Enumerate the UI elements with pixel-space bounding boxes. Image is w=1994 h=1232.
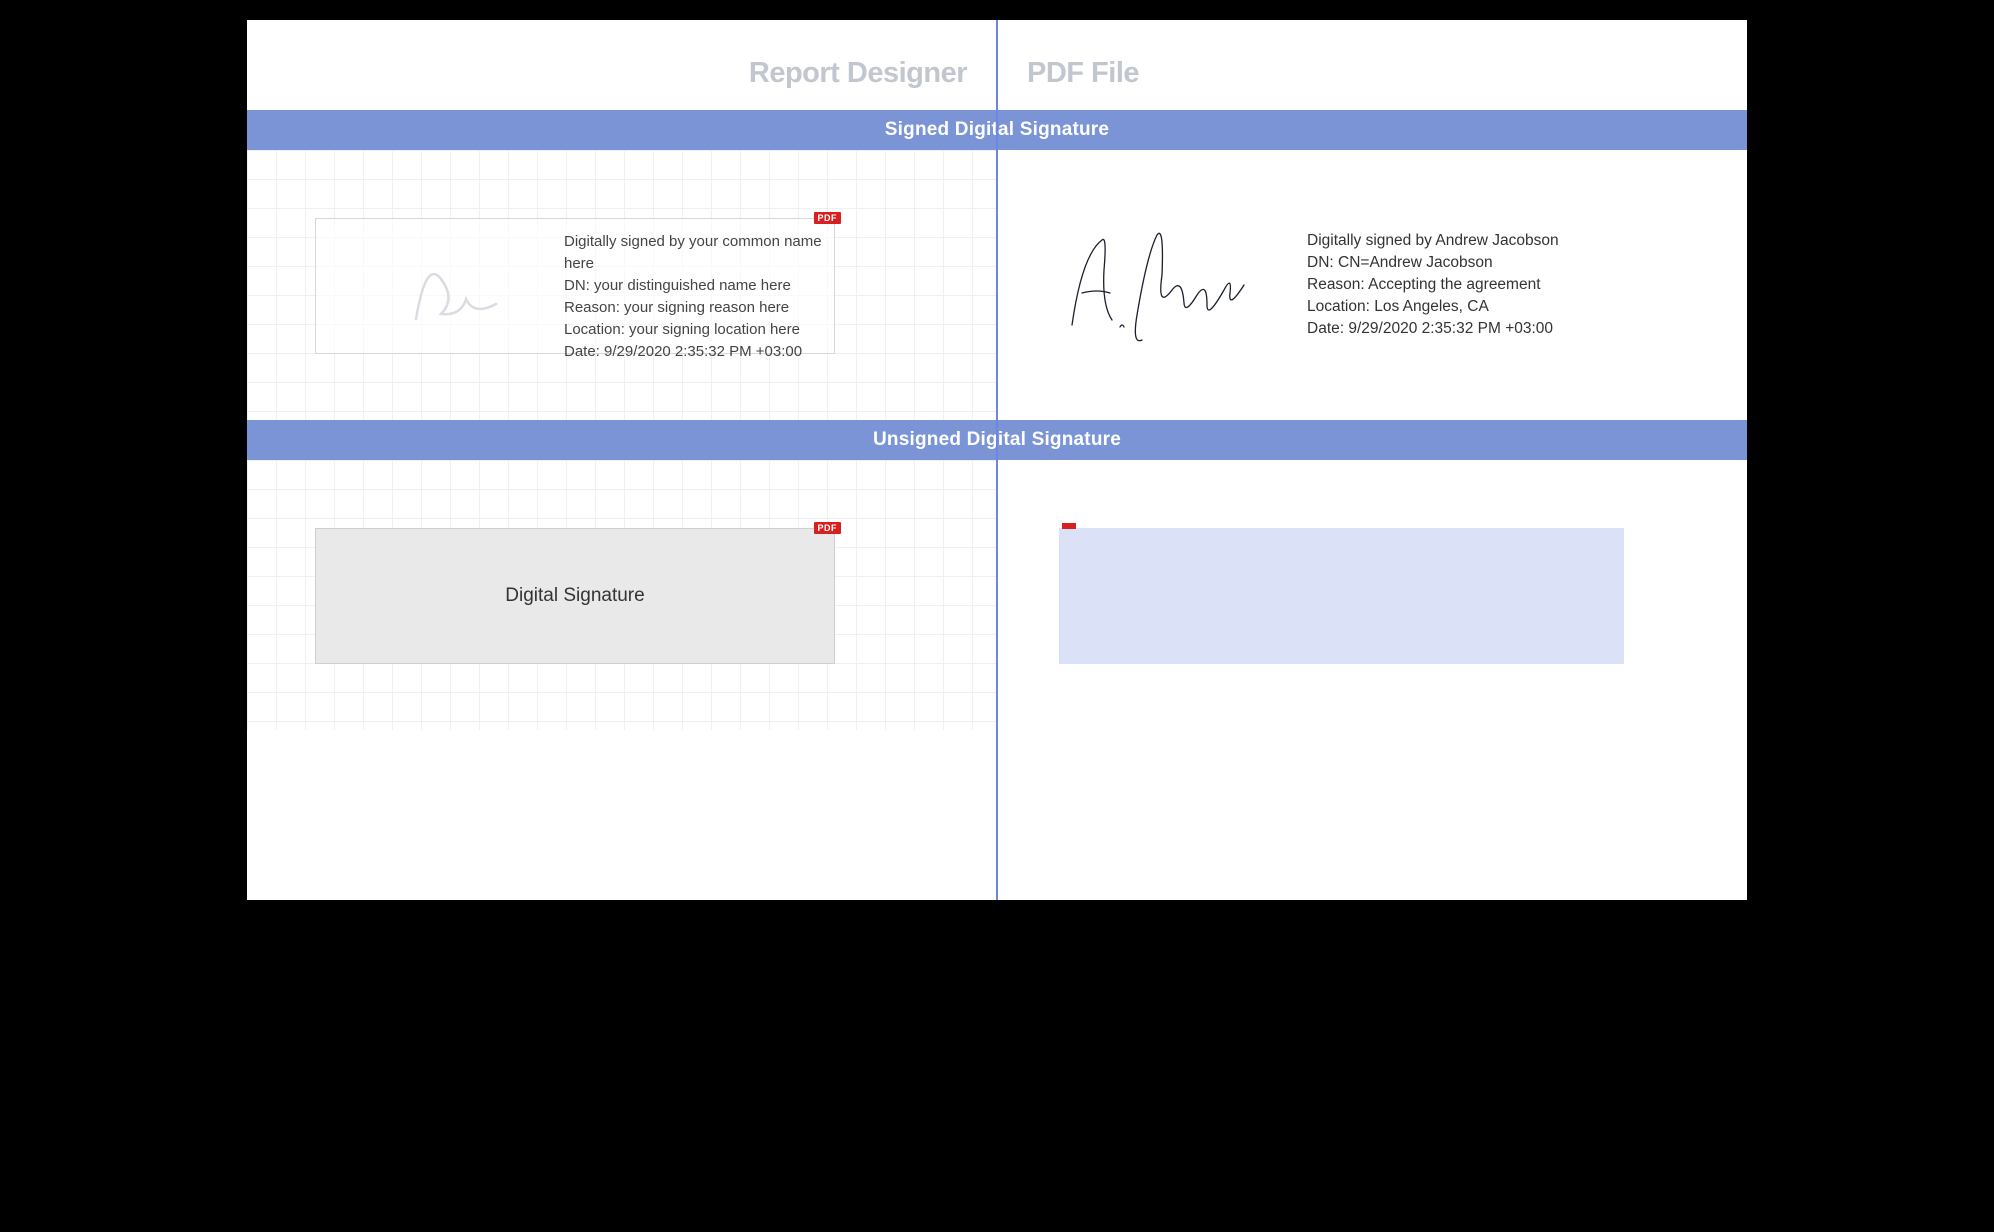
pdf-unsigned-placeholder[interactable]: [1059, 528, 1624, 664]
pdf-line1: Digitally signed by Andrew Jacobson: [1307, 230, 1559, 252]
vertical-divider: [996, 20, 998, 900]
signed-designer-panel: PDF Digitally signed by your common name…: [247, 150, 997, 420]
pdf-line3: Reason: Accepting the agreement: [1307, 274, 1559, 296]
pdf-line5: Date: 9/29/2020 2:35:32 PM +03:00: [1307, 318, 1559, 340]
pdf-badge-icon: PDF: [814, 522, 842, 534]
signature-handwritten-icon: [1052, 215, 1252, 355]
pdf-corner-marker-icon: [1062, 523, 1076, 529]
pdf-line4: Location: Los Angeles, CA: [1307, 296, 1559, 318]
stage: Report Designer PDF File Signed Digital …: [247, 20, 1747, 900]
signature-placeholder-icon: [406, 244, 506, 334]
pdf-line2: DN: CN=Andrew Jacobson: [1307, 252, 1559, 274]
designer-line1: Digitally signed by your common name her…: [564, 231, 828, 275]
designer-line3: Reason: your signing reason here: [564, 297, 828, 319]
signature-designer-element-signed[interactable]: PDF Digitally signed by your common name…: [315, 218, 835, 354]
unsigned-designer-panel: PDF Digital Signature: [247, 460, 997, 730]
designer-line4: Location: your signing location here: [564, 319, 828, 341]
pdf-signed-text: Digitally signed by Andrew Jacobson DN: …: [1307, 230, 1559, 340]
pdf-badge-icon: PDF: [814, 212, 842, 224]
header-left: Report Designer: [247, 57, 997, 90]
unsigned-label: Digital Signature: [505, 585, 644, 607]
signature-designer-element-unsigned[interactable]: PDF Digital Signature: [315, 528, 835, 664]
unsigned-pdf-panel: [997, 460, 1747, 730]
signed-pdf-panel: Digitally signed by Andrew Jacobson DN: …: [997, 150, 1747, 420]
designer-signed-text: Digitally signed by your common name her…: [564, 231, 828, 363]
designer-line2: DN: your distinguished name here: [564, 275, 828, 297]
header-right: PDF File: [997, 57, 1747, 90]
designer-line5: Date: 9/29/2020 2:35:32 PM +03:00: [564, 341, 828, 363]
